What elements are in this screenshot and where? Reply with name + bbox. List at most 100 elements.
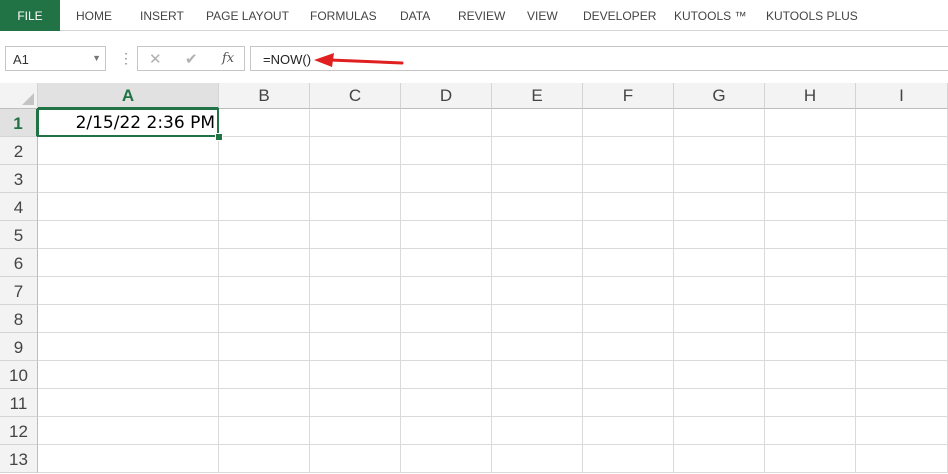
cell-d9[interactable] [401,333,492,361]
row-header-6[interactable]: 6 [0,249,38,277]
cell-b11[interactable] [219,389,310,417]
cell-c13[interactable] [310,445,401,473]
cell-g13[interactable] [674,445,765,473]
cell-a1[interactable]: 2/15/22 2:36 PM [38,109,219,137]
cell-e12[interactable] [492,417,583,445]
name-box[interactable]: A1 ▼ [5,46,106,71]
cell-h12[interactable] [765,417,856,445]
cell-e1[interactable] [492,109,583,137]
cell-f6[interactable] [583,249,674,277]
cell-f11[interactable] [583,389,674,417]
cell-a8[interactable] [38,305,219,333]
cell-d11[interactable] [401,389,492,417]
tab-page-layout[interactable]: PAGE LAYOUT [206,0,289,31]
cell-c8[interactable] [310,305,401,333]
tab-kutools[interactable]: KUTOOLS ™ [674,0,746,31]
cell-f7[interactable] [583,277,674,305]
cell-g11[interactable] [674,389,765,417]
cell-b1[interactable] [219,109,310,137]
cell-h1[interactable] [765,109,856,137]
tab-file[interactable]: FILE [0,0,60,31]
cell-c9[interactable] [310,333,401,361]
cell-a7[interactable] [38,277,219,305]
cell-g5[interactable] [674,221,765,249]
cell-c2[interactable] [310,137,401,165]
cell-i1[interactable] [856,109,948,137]
cell-d3[interactable] [401,165,492,193]
cell-d12[interactable] [401,417,492,445]
cell-g8[interactable] [674,305,765,333]
cell-i10[interactable] [856,361,948,389]
cell-h9[interactable] [765,333,856,361]
cell-e7[interactable] [492,277,583,305]
cell-g9[interactable] [674,333,765,361]
cell-b8[interactable] [219,305,310,333]
cell-a6[interactable] [38,249,219,277]
row-header-12[interactable]: 12 [0,417,38,445]
cell-d7[interactable] [401,277,492,305]
cell-b4[interactable] [219,193,310,221]
column-header-c[interactable]: C [310,83,401,109]
cell-g2[interactable] [674,137,765,165]
cell-e3[interactable] [492,165,583,193]
cell-i9[interactable] [856,333,948,361]
cell-h11[interactable] [765,389,856,417]
cell-c11[interactable] [310,389,401,417]
cell-e13[interactable] [492,445,583,473]
tab-insert[interactable]: INSERT [140,0,184,31]
cell-e5[interactable] [492,221,583,249]
cell-e8[interactable] [492,305,583,333]
row-header-11[interactable]: 11 [0,389,38,417]
chevron-down-icon[interactable]: ▼ [92,53,101,63]
column-header-h[interactable]: H [765,83,856,109]
cell-e9[interactable] [492,333,583,361]
cell-g1[interactable] [674,109,765,137]
cell-e10[interactable] [492,361,583,389]
row-header-5[interactable]: 5 [0,221,38,249]
row-header-13[interactable]: 13 [0,445,38,473]
cell-d6[interactable] [401,249,492,277]
cell-g4[interactable] [674,193,765,221]
cell-e6[interactable] [492,249,583,277]
cell-a11[interactable] [38,389,219,417]
row-header-8[interactable]: 8 [0,305,38,333]
cell-g3[interactable] [674,165,765,193]
tab-kutools-plus[interactable]: KUTOOLS PLUS [766,0,858,31]
cell-d2[interactable] [401,137,492,165]
cell-a4[interactable] [38,193,219,221]
cell-f8[interactable] [583,305,674,333]
cell-c4[interactable] [310,193,401,221]
cell-e2[interactable] [492,137,583,165]
cell-f5[interactable] [583,221,674,249]
cell-g10[interactable] [674,361,765,389]
cell-d5[interactable] [401,221,492,249]
cell-h2[interactable] [765,137,856,165]
cell-b13[interactable] [219,445,310,473]
cell-h3[interactable] [765,165,856,193]
cell-b5[interactable] [219,221,310,249]
cell-c7[interactable] [310,277,401,305]
cell-g7[interactable] [674,277,765,305]
cell-g12[interactable] [674,417,765,445]
cell-a12[interactable] [38,417,219,445]
cell-c1[interactable] [310,109,401,137]
enter-icon[interactable]: ✔ [185,50,198,68]
cell-i5[interactable] [856,221,948,249]
tab-formulas[interactable]: FORMULAS [310,0,377,31]
cancel-icon[interactable]: ✕ [149,50,162,68]
cell-a3[interactable] [38,165,219,193]
cell-i7[interactable] [856,277,948,305]
tab-review[interactable]: REVIEW [458,0,505,31]
cell-h6[interactable] [765,249,856,277]
tab-data[interactable]: DATA [400,0,430,31]
cell-b2[interactable] [219,137,310,165]
column-header-b[interactable]: B [219,83,310,109]
cell-b12[interactable] [219,417,310,445]
cell-h7[interactable] [765,277,856,305]
cell-b6[interactable] [219,249,310,277]
cell-d13[interactable] [401,445,492,473]
row-header-9[interactable]: 9 [0,333,38,361]
column-header-f[interactable]: F [583,83,674,109]
column-header-a[interactable]: A [38,83,219,109]
select-all-button[interactable] [0,83,38,109]
